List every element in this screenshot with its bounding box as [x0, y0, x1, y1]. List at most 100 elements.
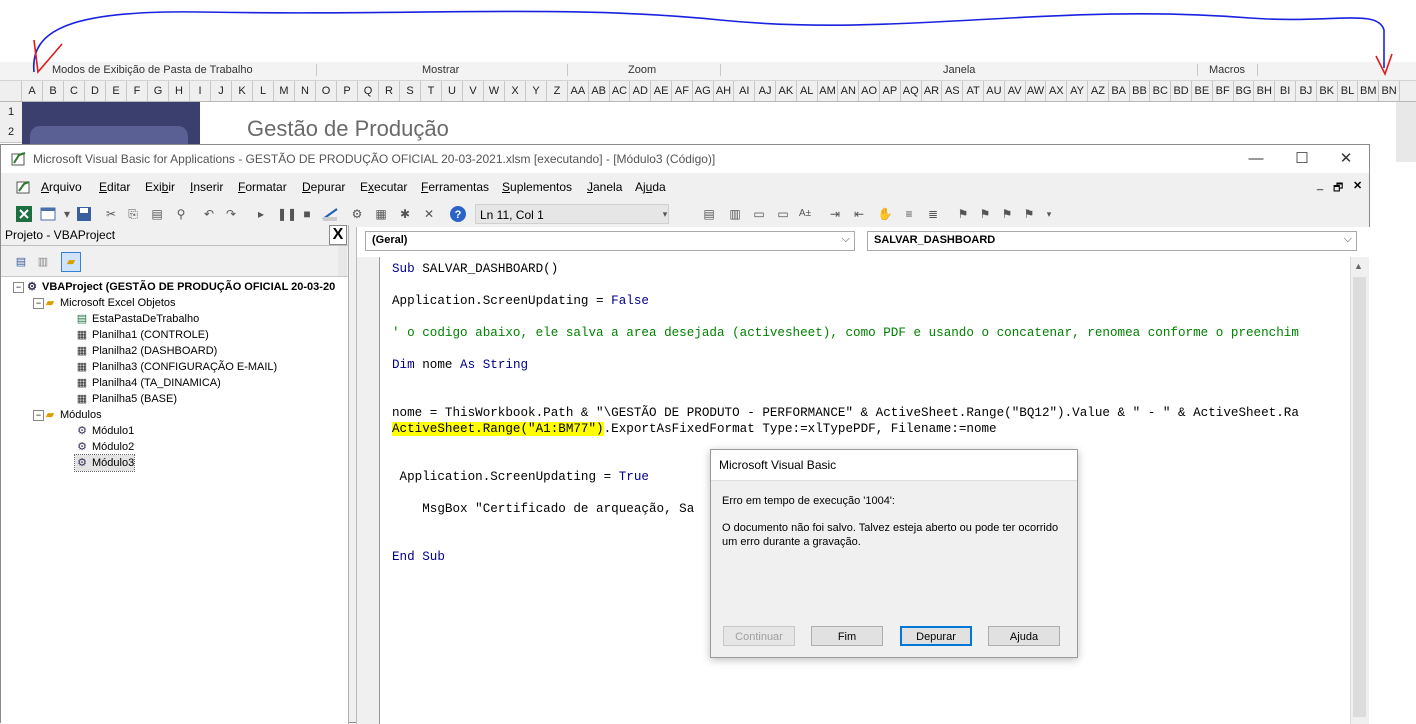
object-combo[interactable]: (Geral) ⌵	[365, 231, 855, 251]
project-tree-item[interactable]: ▦ Planilha1 (CONTROLE)	[75, 327, 209, 343]
maximize-button[interactable]: ☐	[1279, 147, 1325, 171]
column-header[interactable]: T	[421, 81, 442, 101]
menu-item[interactable]: Suplementos	[502, 180, 572, 194]
column-header[interactable]: AN	[838, 81, 860, 101]
column-header[interactable]: G	[148, 81, 169, 101]
close-button[interactable]: ✕	[1323, 147, 1369, 171]
minimize-button[interactable]: —	[1233, 147, 1279, 171]
column-header[interactable]: BL	[1338, 81, 1359, 101]
select-all-corner[interactable]	[0, 81, 22, 101]
column-header[interactable]: Y	[526, 81, 547, 101]
column-header[interactable]: AI	[734, 81, 756, 101]
menu-item[interactable]: Editar	[99, 180, 130, 194]
procedure-combo[interactable]: SALVAR_DASHBOARD ⌵	[867, 231, 1357, 251]
column-header[interactable]: AJ	[755, 81, 776, 101]
redo-icon[interactable]: ↷	[223, 206, 239, 222]
column-header[interactable]: S	[400, 81, 421, 101]
column-header[interactable]: W	[484, 81, 505, 101]
reset-icon[interactable]: ■	[299, 206, 315, 222]
code-vertical-scrollbar[interactable]: ▲	[1350, 257, 1369, 724]
column-header[interactable]: O	[316, 81, 337, 101]
project-tree-item[interactable]: ▦ Planilha4 (TA_DINAMICA)	[75, 375, 221, 391]
project-tree-item[interactable]: ▤ EstaPastaDeTrabalho	[75, 311, 199, 327]
previous-bookmark-icon[interactable]: ⚑	[999, 206, 1015, 222]
save-icon[interactable]	[75, 205, 93, 223]
insert-userform-icon[interactable]	[39, 205, 57, 223]
column-header[interactable]: AM	[818, 81, 839, 101]
column-header[interactable]: AY	[1067, 81, 1088, 101]
toggle-folders-icon[interactable]: ▰	[61, 252, 81, 272]
project-tree-item[interactable]: ▦ Planilha5 (BASE)	[75, 391, 177, 407]
toolbox-icon[interactable]: ✕	[421, 206, 437, 222]
outdent-icon[interactable]: ⇤	[851, 206, 867, 222]
column-header[interactable]: AO	[859, 81, 880, 101]
column-header[interactable]: M	[274, 81, 295, 101]
column-header[interactable]: AH	[714, 81, 735, 101]
column-header[interactable]: P	[337, 81, 358, 101]
column-header[interactable]: BH	[1254, 81, 1276, 101]
toolbar-overflow-icon[interactable]: ▾	[1041, 206, 1057, 222]
indent-icon[interactable]: ⇥	[827, 206, 843, 222]
column-header[interactable]: AC	[610, 81, 631, 101]
column-header[interactable]: H	[169, 81, 190, 101]
project-tree-item[interactable]: ▦ Planilha2 (DASHBOARD)	[75, 343, 218, 359]
column-header[interactable]: AT	[963, 81, 984, 101]
column-header[interactable]: F	[127, 81, 148, 101]
column-header[interactable]: AQ	[901, 81, 922, 101]
column-header[interactable]: AX	[1046, 81, 1068, 101]
column-header[interactable]: B	[43, 81, 64, 101]
column-header[interactable]: AE	[651, 81, 672, 101]
column-header[interactable]: BD	[1171, 81, 1192, 101]
run-icon[interactable]: ▸	[253, 206, 269, 222]
project-tree-item[interactable]: ⚙ Módulo2	[75, 439, 134, 455]
row-header[interactable]: 2	[0, 122, 22, 143]
toggle-breakpoint-icon[interactable]: ✋	[877, 206, 893, 222]
debug-button[interactable]: Depurar	[900, 626, 972, 646]
end-button[interactable]: Fim	[811, 626, 883, 646]
column-header[interactable]: AW	[1026, 81, 1047, 101]
tree-collapse-toggle[interactable]: −	[13, 282, 24, 293]
inner-restore-button[interactable]: 🗗	[1333, 179, 1343, 198]
uncomment-block-icon[interactable]: ≣	[925, 206, 941, 222]
column-header[interactable]: AK	[776, 81, 797, 101]
undo-icon[interactable]: ↶	[201, 206, 217, 222]
column-header[interactable]: J	[211, 81, 232, 101]
menu-item[interactable]: Janela	[587, 180, 622, 194]
column-header[interactable]: L	[253, 81, 274, 101]
column-header[interactable]: U	[442, 81, 463, 101]
column-header[interactable]: AL	[797, 81, 818, 101]
properties-icon[interactable]: ▦	[373, 206, 389, 222]
excel-doc-icon[interactable]	[15, 179, 31, 195]
menu-item[interactable]: Depurar	[302, 180, 345, 194]
object-browser-icon[interactable]: ✱	[397, 206, 413, 222]
paste-icon[interactable]: ▤	[149, 206, 165, 222]
column-header[interactable]: AD	[630, 81, 652, 101]
quick-info-icon[interactable]: ▭	[751, 206, 767, 222]
project-scrollbar[interactable]	[338, 246, 347, 276]
view-object-icon[interactable]: ▥	[33, 252, 53, 272]
menu-item[interactable]: Ajuda	[635, 180, 666, 194]
next-bookmark-icon[interactable]: ⚑	[977, 206, 993, 222]
list-properties-icon[interactable]: ▤	[701, 206, 717, 222]
column-header[interactable]: BJ	[1296, 81, 1317, 101]
column-header[interactable]: E	[106, 81, 127, 101]
column-header[interactable]: R	[379, 81, 400, 101]
row-header[interactable]: 1	[0, 102, 22, 123]
column-header[interactable]: BM	[1358, 81, 1380, 101]
clear-bookmarks-icon[interactable]: ⚑	[1021, 206, 1037, 222]
column-header[interactable]: BC	[1150, 81, 1172, 101]
menu-item[interactable]: Ferramentas	[421, 180, 489, 194]
dropdown-arrow-icon[interactable]: ▾	[59, 206, 75, 222]
view-excel-icon[interactable]	[15, 205, 33, 223]
copy-icon[interactable]: ⎘	[125, 206, 141, 222]
continue-button[interactable]: Continuar	[723, 626, 795, 646]
column-header[interactable]: A	[22, 81, 43, 101]
column-header[interactable]: K	[232, 81, 253, 101]
column-header[interactable]: AG	[693, 81, 714, 101]
menu-item[interactable]: Arquivo	[41, 180, 82, 194]
project-tree-item[interactable]: ▰ Microsoft Excel Objetos	[43, 295, 176, 311]
column-header[interactable]: V	[463, 81, 484, 101]
column-header[interactable]: AA	[568, 81, 589, 101]
column-header[interactable]: BB	[1130, 81, 1151, 101]
menu-item[interactable]: Executar	[360, 180, 407, 194]
